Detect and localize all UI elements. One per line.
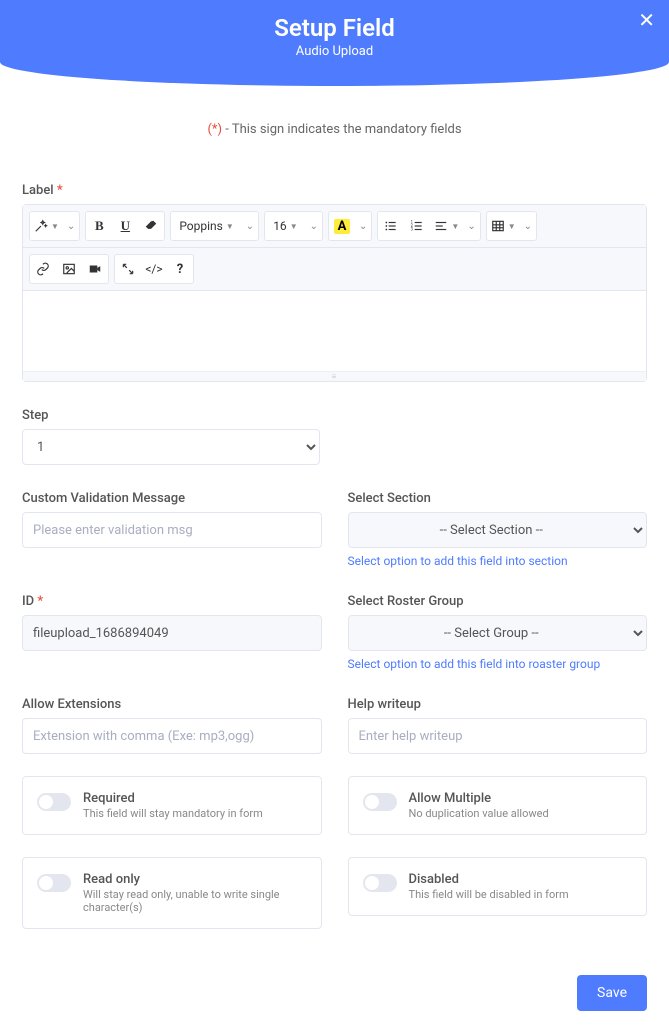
resize-grip-icon[interactable]: ≡ [23, 371, 646, 381]
modal-header: Setup Field Audio Upload ✕ [0, 0, 669, 86]
allow-multiple-desc: No duplication value allowed [409, 807, 549, 820]
mandatory-text: - This sign indicates the mandatory fiel… [222, 122, 461, 137]
mandatory-marker: (*) [207, 122, 222, 137]
roster-helper: Select option to add this field into roa… [348, 657, 648, 671]
roster-label: Select Roster Group [348, 594, 648, 609]
roster-select[interactable]: -- Select Group -- [348, 615, 648, 651]
allow-multiple-card: Allow Multiple No duplication value allo… [348, 776, 648, 835]
section-select[interactable]: -- Select Section -- [348, 512, 648, 548]
underline-icon[interactable]: U [112, 212, 138, 240]
editor-toolbar-row2: </> ? [23, 248, 646, 291]
required-desc: This field will stay mandatory in form [83, 807, 263, 820]
image-icon[interactable] [56, 255, 82, 283]
validation-input[interactable] [22, 512, 322, 548]
video-icon[interactable] [82, 255, 108, 283]
magic-icon[interactable]: ▼ [30, 212, 63, 240]
id-label: ID * [22, 594, 322, 609]
allow-multiple-toggle[interactable] [363, 793, 397, 811]
read-only-title: Read only [83, 872, 307, 887]
font-family-select[interactable]: Poppins▼ [171, 212, 241, 240]
close-icon[interactable]: ✕ [638, 10, 655, 30]
list-ol-icon[interactable]: 123 [404, 212, 430, 240]
eraser-icon[interactable] [138, 212, 164, 240]
disabled-desc: This field will be disabled in form [409, 888, 569, 901]
bold-icon[interactable]: B [86, 212, 112, 240]
modal-subtitle: Audio Upload [0, 44, 669, 59]
disabled-toggle[interactable] [363, 874, 397, 892]
fullscreen-icon[interactable] [115, 255, 141, 283]
font-size-select[interactable]: 16▼ [265, 212, 305, 240]
disabled-title: Disabled [409, 872, 569, 887]
svg-text:3: 3 [411, 227, 414, 232]
editor-toolbar: ▼ ⌄ B U Poppins▼ ⌄ 16▼ ⌄ [23, 205, 646, 248]
extensions-label: Allow Extensions [22, 697, 322, 712]
required-card: Required This field will stay mandatory … [22, 776, 322, 835]
step-label: Step [22, 408, 647, 423]
required-toggle[interactable] [37, 793, 71, 811]
step-select[interactable]: 1 [22, 429, 320, 465]
editor-content[interactable] [23, 291, 646, 371]
table-icon[interactable]: ▼ [487, 212, 520, 240]
font-color-icon[interactable]: A [329, 212, 355, 240]
paragraph-more-icon[interactable]: ⌄ [463, 212, 479, 240]
mandatory-note: (*) - This sign indicates the mandatory … [22, 122, 647, 137]
help-icon[interactable]: ? [167, 255, 193, 283]
link-icon[interactable] [30, 255, 56, 283]
section-helper: Select option to add this field into sec… [348, 554, 648, 568]
extensions-input[interactable] [22, 718, 322, 754]
read-only-toggle[interactable] [37, 874, 71, 892]
section-label: Select Section [348, 491, 648, 506]
save-button[interactable]: Save [577, 975, 647, 1011]
list-ul-icon[interactable] [378, 212, 404, 240]
help-writeup-label: Help writeup [348, 697, 648, 712]
modal-title: Setup Field [0, 14, 669, 42]
field-label-label: Label * [22, 183, 647, 198]
id-input[interactable] [22, 615, 322, 651]
validation-label: Custom Validation Message [22, 491, 322, 506]
rich-editor: ▼ ⌄ B U Poppins▼ ⌄ 16▼ ⌄ [22, 204, 647, 382]
font-family-more-icon[interactable]: ⌄ [242, 212, 258, 240]
required-title: Required [83, 791, 263, 806]
allow-multiple-title: Allow Multiple [409, 791, 549, 806]
read-only-card: Read only Will stay read only, unable to… [22, 857, 322, 929]
code-view-icon[interactable]: </> [141, 255, 167, 283]
disabled-card: Disabled This field will be disabled in … [348, 857, 648, 916]
magic-more-icon[interactable]: ⌄ [63, 212, 79, 240]
read-only-desc: Will stay read only, unable to write sin… [83, 888, 307, 914]
font-color-more-icon[interactable]: ⌄ [355, 212, 371, 240]
help-writeup-input[interactable] [348, 718, 648, 754]
table-more-icon[interactable]: ⌄ [520, 212, 536, 240]
font-size-more-icon[interactable]: ⌄ [306, 212, 322, 240]
align-icon[interactable]: ▼ [430, 212, 463, 240]
